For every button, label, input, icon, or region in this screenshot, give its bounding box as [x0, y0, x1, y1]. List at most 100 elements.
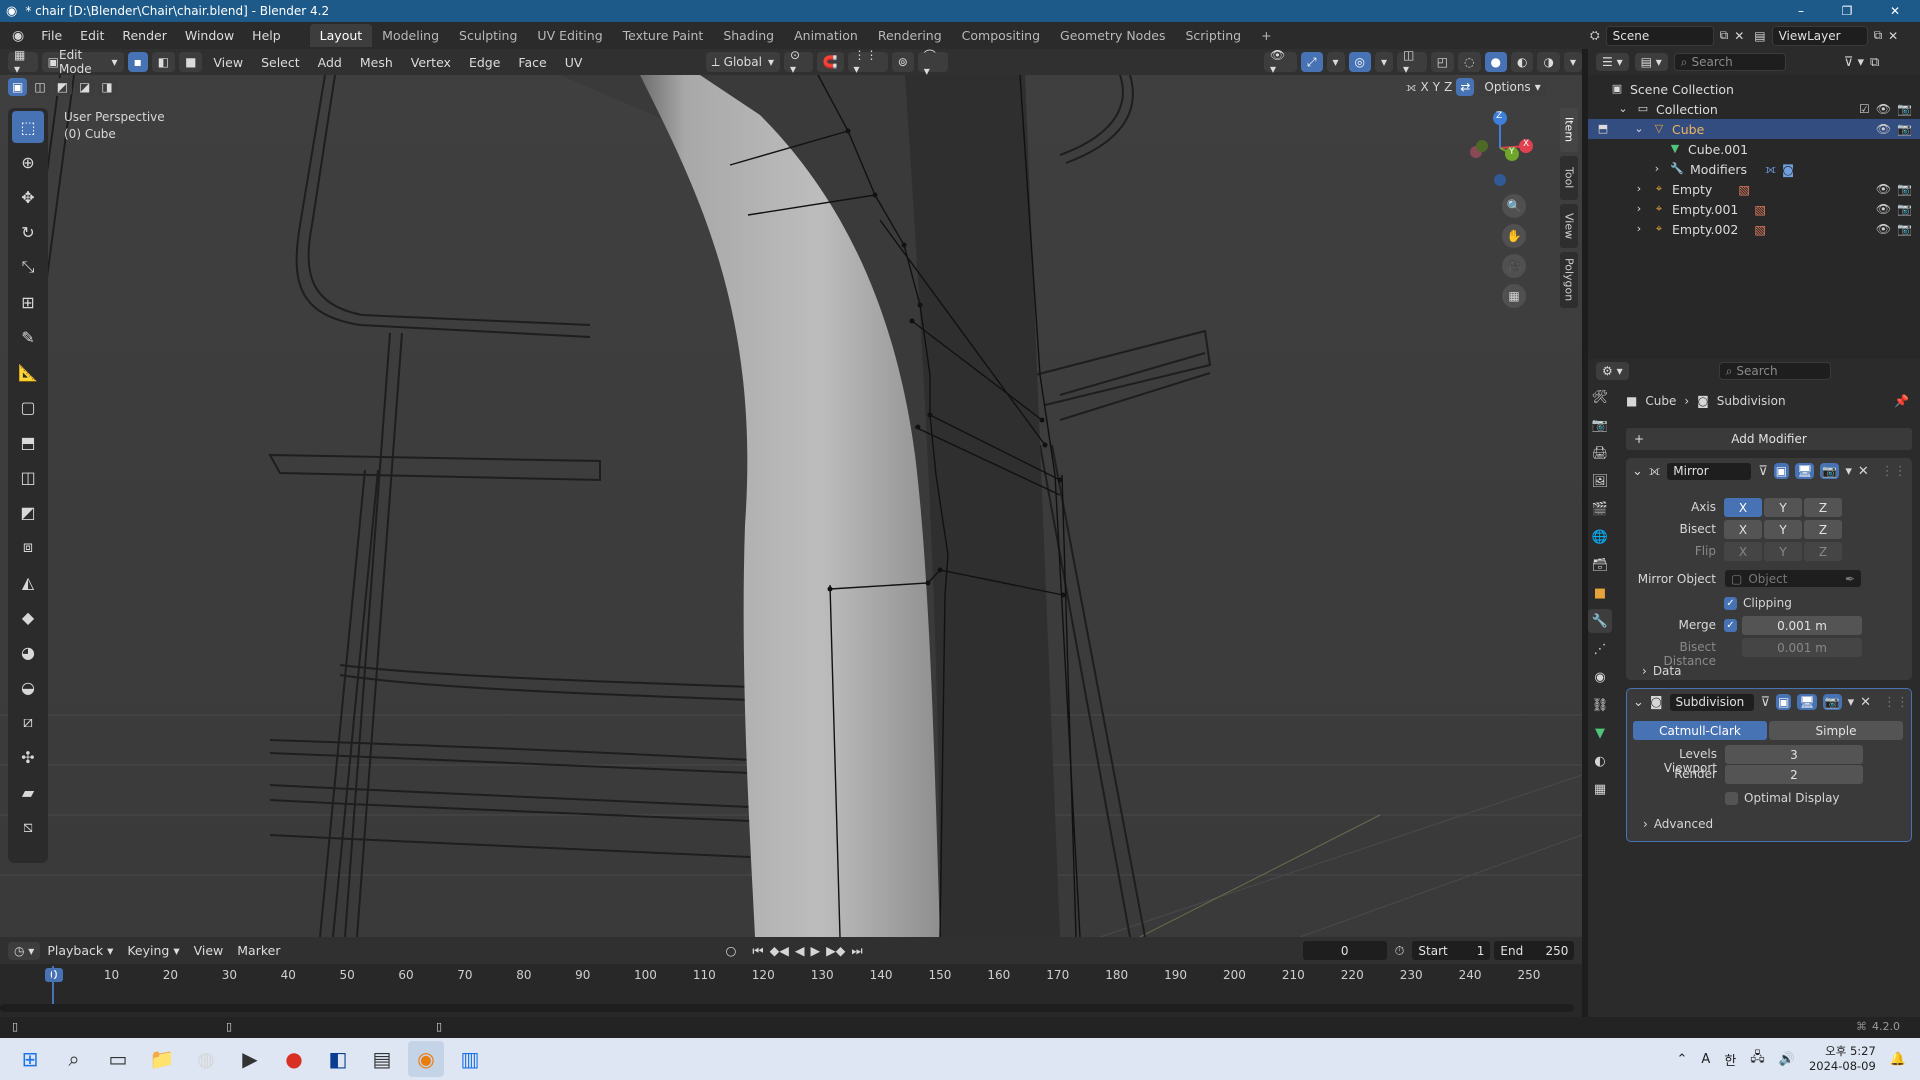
poly-build-icon[interactable]: ◆ — [12, 601, 44, 633]
select-invert-icon[interactable]: ◪ — [75, 78, 95, 96]
timeline-scrollbar[interactable] — [0, 1004, 1574, 1012]
mode-selector[interactable]: ▣ Edit Mode ▾ — [41, 48, 124, 76]
current-frame-field[interactable]: 0 — [1302, 941, 1387, 960]
rendered-shading-button[interactable]: ◑ — [1537, 52, 1560, 72]
file-explorer-icon[interactable]: 📁 — [144, 1041, 180, 1077]
select-extend-icon[interactable]: ◫ — [30, 78, 50, 96]
tab-uv-editing[interactable]: UV Editing — [527, 24, 612, 47]
tab-layout[interactable]: Layout — [309, 24, 373, 47]
constraints-icon[interactable]: ⛓ — [1588, 693, 1612, 717]
notepad-icon[interactable]: ▥ — [452, 1041, 488, 1077]
tab-view[interactable]: View — [1560, 204, 1578, 248]
camera-icon[interactable]: 📷 — [1897, 122, 1912, 136]
media-player-icon[interactable]: ▶ — [232, 1041, 268, 1077]
tool-settings-icon[interactable]: 🛠 — [1588, 385, 1612, 409]
maximize-button[interactable]: ❐ — [1824, 0, 1870, 22]
properties-editor-icon[interactable]: ⚙ ▾ — [1596, 362, 1629, 380]
menu-keying[interactable]: Keying ▾ — [120, 943, 186, 958]
render-levels-field[interactable]: 2 — [1725, 765, 1863, 784]
minimize-button[interactable]: – — [1778, 0, 1824, 22]
snap-toggle-button[interactable]: 🧲 — [816, 52, 844, 72]
play-reverse-icon[interactable]: ◀ — [795, 943, 805, 958]
new-view-layer-icon[interactable]: ⧉ — [1874, 28, 1883, 43]
network-icon[interactable]: 🖧 — [1750, 1048, 1765, 1070]
scene-field[interactable]: Scene — [1605, 25, 1714, 46]
mirror-y-toggle[interactable]: Y — [1433, 80, 1440, 94]
view-layer-icon[interactable]: 🖼 — [1588, 469, 1612, 493]
eye-icon[interactable]: 👁 — [1876, 122, 1891, 136]
mirror-name-field[interactable]: Mirror — [1666, 461, 1753, 481]
display-mode-icon[interactable]: ▤ ▾ — [1634, 53, 1668, 71]
proportional-editing-button[interactable]: ⊚ — [891, 52, 914, 72]
transform-icon[interactable]: ⊞ — [12, 286, 44, 318]
blender-icon[interactable]: ◉ — [408, 1041, 444, 1077]
mirror-axis-icon[interactable]: ⟗ — [1406, 80, 1417, 95]
chevron-right-icon[interactable]: › — [1632, 202, 1646, 216]
face-select-button[interactable]: ■ — [179, 52, 203, 72]
camera-view-icon[interactable]: 🎥 — [1502, 254, 1526, 278]
visibility-button[interactable]: 👁 ▾ — [1264, 48, 1297, 76]
snap-options-button[interactable]: ⋮⋮ ▾ — [847, 48, 888, 76]
pan-hand-icon[interactable]: ✋ — [1502, 224, 1526, 248]
optimal-display-checkbox[interactable] — [1725, 791, 1738, 805]
menu-face[interactable]: Face — [511, 55, 553, 70]
collection-icon[interactable]: 🗃 — [1588, 553, 1612, 577]
outliner-search-input[interactable]: ⌕ Search — [1673, 53, 1786, 71]
empty-002-row[interactable]: › ⌖ Empty.002 ▧ 👁 📷 — [1588, 219, 1920, 239]
play-icon[interactable]: ▶ — [811, 943, 821, 958]
catmull-clark-button[interactable]: Catmull-Clark — [1633, 721, 1767, 740]
mesh-edit-overlay-button[interactable]: ◫ ▾ — [1397, 48, 1427, 76]
shrink-fatten-icon[interactable]: ✣ — [12, 741, 44, 773]
add-workspace-button[interactable]: + — [1251, 24, 1281, 47]
cube-row[interactable]: ⬒ ⌄ ▽ Cube 👁 📷 — [1588, 119, 1920, 139]
camera-icon[interactable]: 📷 — [1897, 182, 1912, 196]
blender-menu-icon[interactable]: ◉ — [0, 28, 32, 44]
xray-toggle-button[interactable]: ◰ — [1430, 52, 1455, 72]
scene-icon[interactable]: 🎬 — [1588, 497, 1612, 521]
physics-icon[interactable]: ◉ — [1588, 665, 1612, 689]
annotate-icon[interactable]: ✎ — [12, 321, 44, 353]
camera-icon[interactable]: 📷 — [1897, 102, 1912, 116]
pin-icon[interactable]: 📌 — [1894, 394, 1909, 408]
drag-handle-icon[interactable]: ⋮⋮ — [1883, 695, 1909, 710]
playhead[interactable] — [52, 966, 54, 1006]
tab-scripting[interactable]: Scripting — [1175, 24, 1251, 47]
bevel-icon[interactable]: ◩ — [12, 496, 44, 528]
menu-add[interactable]: Add — [311, 55, 349, 70]
transform-orientation-dropdown[interactable]: ⟂ Global ▾ — [705, 52, 780, 72]
inset-icon[interactable]: ◫ — [12, 461, 44, 493]
scale-icon[interactable]: ⤡ — [12, 251, 44, 283]
flip-z-button[interactable]: Z — [1804, 542, 1842, 561]
chevron-up-icon[interactable]: ⌃ — [1677, 1052, 1688, 1067]
menu-mesh[interactable]: Mesh — [353, 55, 400, 70]
menu-vertex[interactable]: Vertex — [404, 55, 458, 70]
scene-collection-row[interactable]: ▣ Scene Collection — [1588, 79, 1920, 99]
properties-search-input[interactable]: ⌕ Search — [1718, 362, 1831, 380]
navigation-gizmo[interactable]: Z X Y — [1460, 108, 1540, 188]
camera-icon[interactable]: 📷 — [1897, 202, 1912, 216]
frame-ruler[interactable]: 0102030405060708090100110120130140150160… — [0, 964, 1582, 986]
mesh-data-icon[interactable]: ▼ — [1588, 721, 1612, 745]
chevron-right-icon[interactable]: › — [1650, 162, 1664, 176]
chevron-down-icon[interactable]: ⌄ — [1616, 102, 1630, 116]
timeline[interactable]: 0102030405060708090100110120130140150160… — [0, 964, 1582, 1017]
options-dropdown[interactable]: Options ▾ — [1478, 78, 1547, 96]
collection-row[interactable]: ⌄ ▭ Collection ☑ 👁 📷 — [1588, 99, 1920, 119]
menu-file[interactable]: File — [32, 28, 71, 43]
new-collection-icon[interactable]: ⧉ — [1870, 55, 1879, 70]
object-icon[interactable]: ■ — [1588, 581, 1612, 605]
cursor-icon[interactable]: ⊕ — [12, 146, 44, 178]
tab-shading[interactable]: Shading — [713, 24, 784, 47]
bisect-y-button[interactable]: Y — [1764, 520, 1802, 539]
world-icon[interactable]: 🌐 — [1588, 525, 1612, 549]
cube-mesh-row[interactable]: ▼ Cube.001 — [1588, 139, 1920, 159]
timeline-editor-icon[interactable]: ◷ ▾ — [8, 941, 41, 960]
stopwatch-icon[interactable]: ⏱ — [1395, 943, 1405, 959]
notification-bell-icon[interactable]: 🔔 — [1890, 1052, 1906, 1067]
subdivision-name-field[interactable]: Subdivision — [1668, 692, 1755, 712]
tab-geometry-nodes[interactable]: Geometry Nodes — [1050, 24, 1175, 47]
chrome-icon[interactable]: ◍ — [188, 1041, 224, 1077]
mirror-z-toggle[interactable]: Z — [1444, 80, 1452, 94]
falloff-button[interactable]: ⌒ ▾ — [917, 49, 948, 78]
measure-icon[interactable]: 📐 — [12, 356, 44, 388]
